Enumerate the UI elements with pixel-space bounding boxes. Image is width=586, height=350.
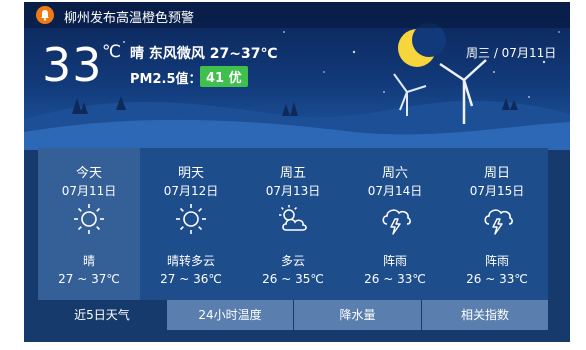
thunder-rain-icon — [484, 209, 513, 235]
day-date: 07月14日 — [367, 184, 423, 198]
weather-hero: 柳州发布高温橙色预警 33 ℃ 晴 东风微风 27~37℃ PM2.5值： 41… — [24, 2, 570, 150]
day-temp-range: 27 ~ 36℃ — [160, 272, 222, 286]
day-date: 07月11日 — [61, 184, 117, 198]
forecast-day[interactable]: 明天 07月12日 晴转多云 27 ~ 36℃ — [140, 148, 242, 300]
aqi-badge: 41 优 — [200, 66, 248, 87]
current-description: 晴 东风微风 27~37℃ — [130, 46, 278, 62]
day-condition: 阵雨 — [484, 254, 509, 268]
moon-icon — [398, 23, 446, 67]
tab-precipitation[interactable]: 降水量 — [293, 300, 421, 330]
sun-icon — [176, 204, 206, 234]
thunder-rain-icon — [382, 209, 411, 235]
temperature-unit: ℃ — [102, 42, 122, 62]
pm25-label: PM2.5值： — [130, 72, 202, 87]
day-condition: 多云 — [280, 254, 305, 268]
day-temp-range: 26 ~ 33℃ — [466, 272, 528, 286]
day-name: 周五 — [279, 166, 306, 181]
forecast-day[interactable]: 周五 07月13日 多云 26 ~ 35℃ — [242, 148, 344, 300]
current-temperature: 33 — [42, 38, 103, 92]
tab-24h-temperature[interactable]: 24小时温度 — [166, 300, 293, 330]
forecast-day[interactable]: 周六 07月14日 阵雨 26 ~ 33℃ — [344, 148, 446, 300]
current-date: 周三 / 07月11日 — [466, 46, 557, 60]
weather-widget: 柳州发布高温橙色预警 33 ℃ 晴 东风微风 27~37℃ PM2.5值： 41… — [24, 2, 570, 342]
day-temp-range: 26 ~ 35℃ — [262, 272, 324, 286]
day-condition: 晴 — [82, 254, 95, 268]
day-name: 周日 — [483, 166, 510, 181]
day-temp-range: 26 ~ 33℃ — [364, 272, 426, 286]
partly-cloudy-icon — [279, 205, 307, 231]
sun-icon — [74, 204, 104, 234]
forecast-day[interactable]: 周日 07月15日 阵雨 26 ~ 33℃ — [446, 148, 548, 300]
day-condition: 阵雨 — [382, 254, 407, 268]
tab-5-day-weather[interactable]: 近5日天气 — [38, 300, 166, 330]
forecast-tabs: 近5日天气 24小时温度 降水量 相关指数 — [38, 300, 548, 330]
day-name: 周六 — [381, 166, 408, 181]
day-date: 07月12日 — [163, 184, 219, 198]
day-name: 今天 — [75, 166, 102, 181]
warning-bell-icon — [36, 6, 54, 24]
day-name: 明天 — [177, 166, 204, 181]
forecast-day[interactable]: 今天 07月11日 晴 27 ~ 37℃ — [38, 148, 140, 300]
day-date: 07月15日 — [469, 184, 525, 198]
day-date: 07月13日 — [265, 184, 321, 198]
day-condition: 晴转多云 — [166, 254, 215, 268]
day-temp-range: 27 ~ 37℃ — [58, 272, 120, 286]
alert-bar[interactable]: 柳州发布高温橙色预警 — [24, 2, 570, 28]
alert-text[interactable]: 柳州发布高温橙色预警 — [64, 7, 194, 26]
forecast-panel: 今天 07月11日 晴 27 ~ 37℃ 明天 07月12日 晴转多云 27 ~… — [38, 148, 548, 300]
tab-related-indices[interactable]: 相关指数 — [421, 300, 548, 330]
